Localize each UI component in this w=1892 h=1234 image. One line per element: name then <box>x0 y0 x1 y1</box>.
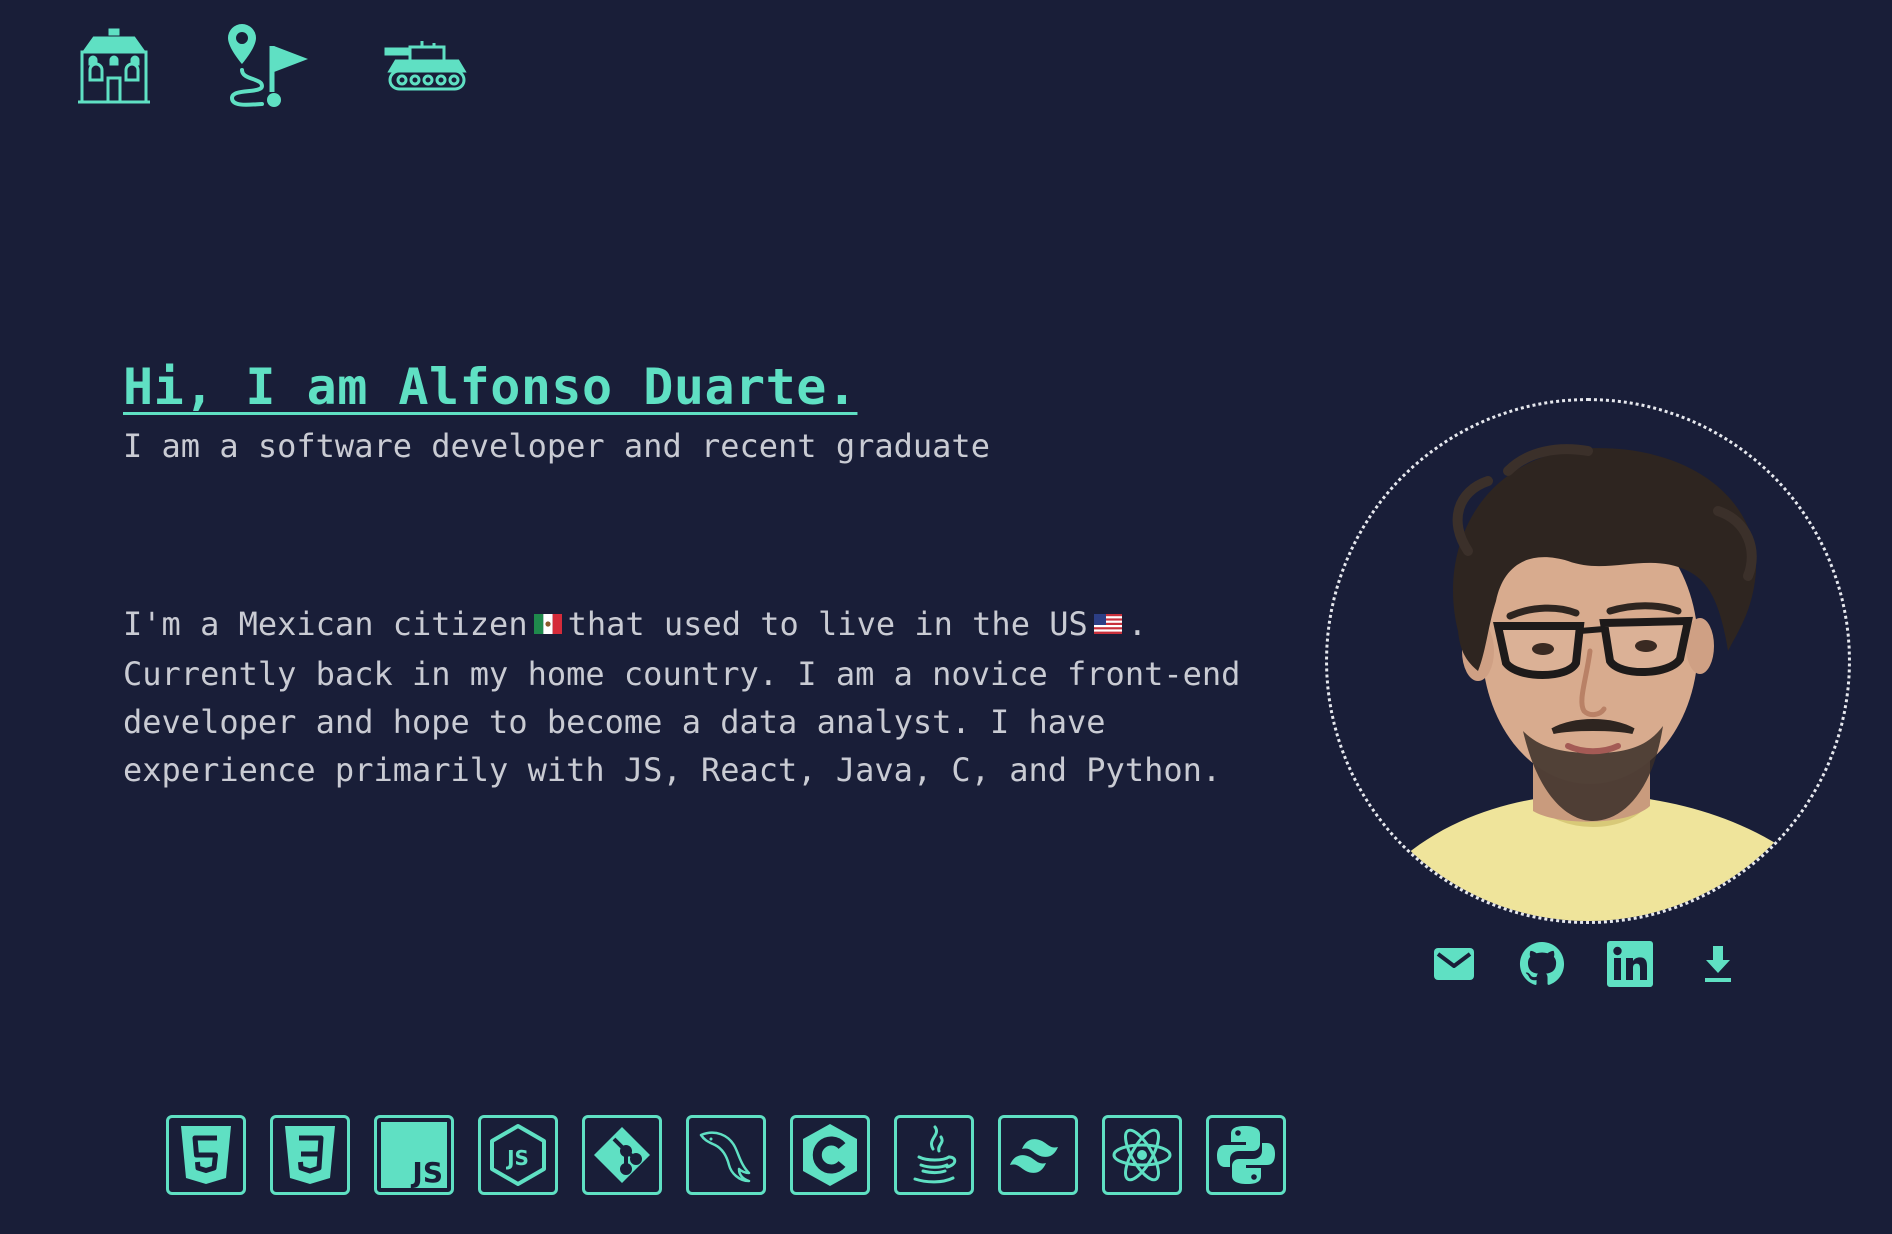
nav-projects-link[interactable] <box>384 39 468 97</box>
download-icon <box>1705 946 1731 982</box>
git-icon <box>594 1127 650 1183</box>
svg-text:JS: JS <box>410 1156 443 1188</box>
html5-badge <box>166 1115 246 1195</box>
tank-icon <box>384 41 467 91</box>
mysql-icon <box>699 1131 751 1183</box>
css3-badge <box>270 1115 350 1195</box>
nav-home-link[interactable] <box>74 26 154 110</box>
bio-text-2: that used to live in the US <box>567 605 1088 643</box>
linkedin-link[interactable] <box>1606 940 1654 988</box>
bio-paragraph: I'm a Mexican citizen that used to live i… <box>123 600 1263 794</box>
svg-text:JS: JS <box>505 1146 529 1170</box>
mysql-badge <box>686 1115 766 1195</box>
email-link[interactable] <box>1430 940 1478 988</box>
linkedin-icon <box>1607 941 1653 987</box>
top-nav <box>74 24 468 112</box>
c-language-badge <box>790 1115 870 1195</box>
git-badge <box>582 1115 662 1195</box>
bio-text-1: I'm a Mexican citizen <box>123 605 528 643</box>
c-language-icon <box>803 1124 857 1186</box>
python-icon <box>1217 1126 1275 1184</box>
mexico-flag-icon <box>533 599 562 647</box>
java-badge <box>894 1115 974 1195</box>
css3-icon <box>285 1126 335 1184</box>
resume-download-link[interactable] <box>1694 940 1742 988</box>
tailwind-icon <box>1010 1139 1058 1173</box>
react-badge <box>1102 1115 1182 1195</box>
skills-list: JS JS <box>166 1115 1286 1195</box>
java-icon <box>913 1125 957 1184</box>
javascript-icon: JS <box>381 1122 447 1188</box>
route-icon <box>228 24 308 107</box>
javascript-badge: JS <box>374 1115 454 1195</box>
page-subtitle: I am a software developer and recent gra… <box>123 427 990 465</box>
html5-icon <box>181 1126 231 1184</box>
avatar <box>1378 444 1798 921</box>
nav-journey-link[interactable] <box>224 24 314 112</box>
github-icon <box>1519 941 1565 985</box>
github-link[interactable] <box>1518 940 1566 988</box>
profile-photo <box>1325 398 1851 924</box>
social-links <box>1430 940 1742 988</box>
page-title[interactable]: Hi, I am Alfonso Duarte. <box>123 358 857 416</box>
usa-flag-icon <box>1093 599 1122 647</box>
tailwind-badge <box>998 1115 1078 1195</box>
react-icon <box>1112 1128 1172 1182</box>
python-badge <box>1206 1115 1286 1195</box>
page: Hi, I am Alfonso Duarte. I am a software… <box>0 0 1892 1234</box>
nodejs-badge: JS <box>478 1115 558 1195</box>
nodejs-icon: JS <box>490 1124 546 1186</box>
house-icon <box>78 28 150 104</box>
email-icon <box>1434 948 1474 980</box>
